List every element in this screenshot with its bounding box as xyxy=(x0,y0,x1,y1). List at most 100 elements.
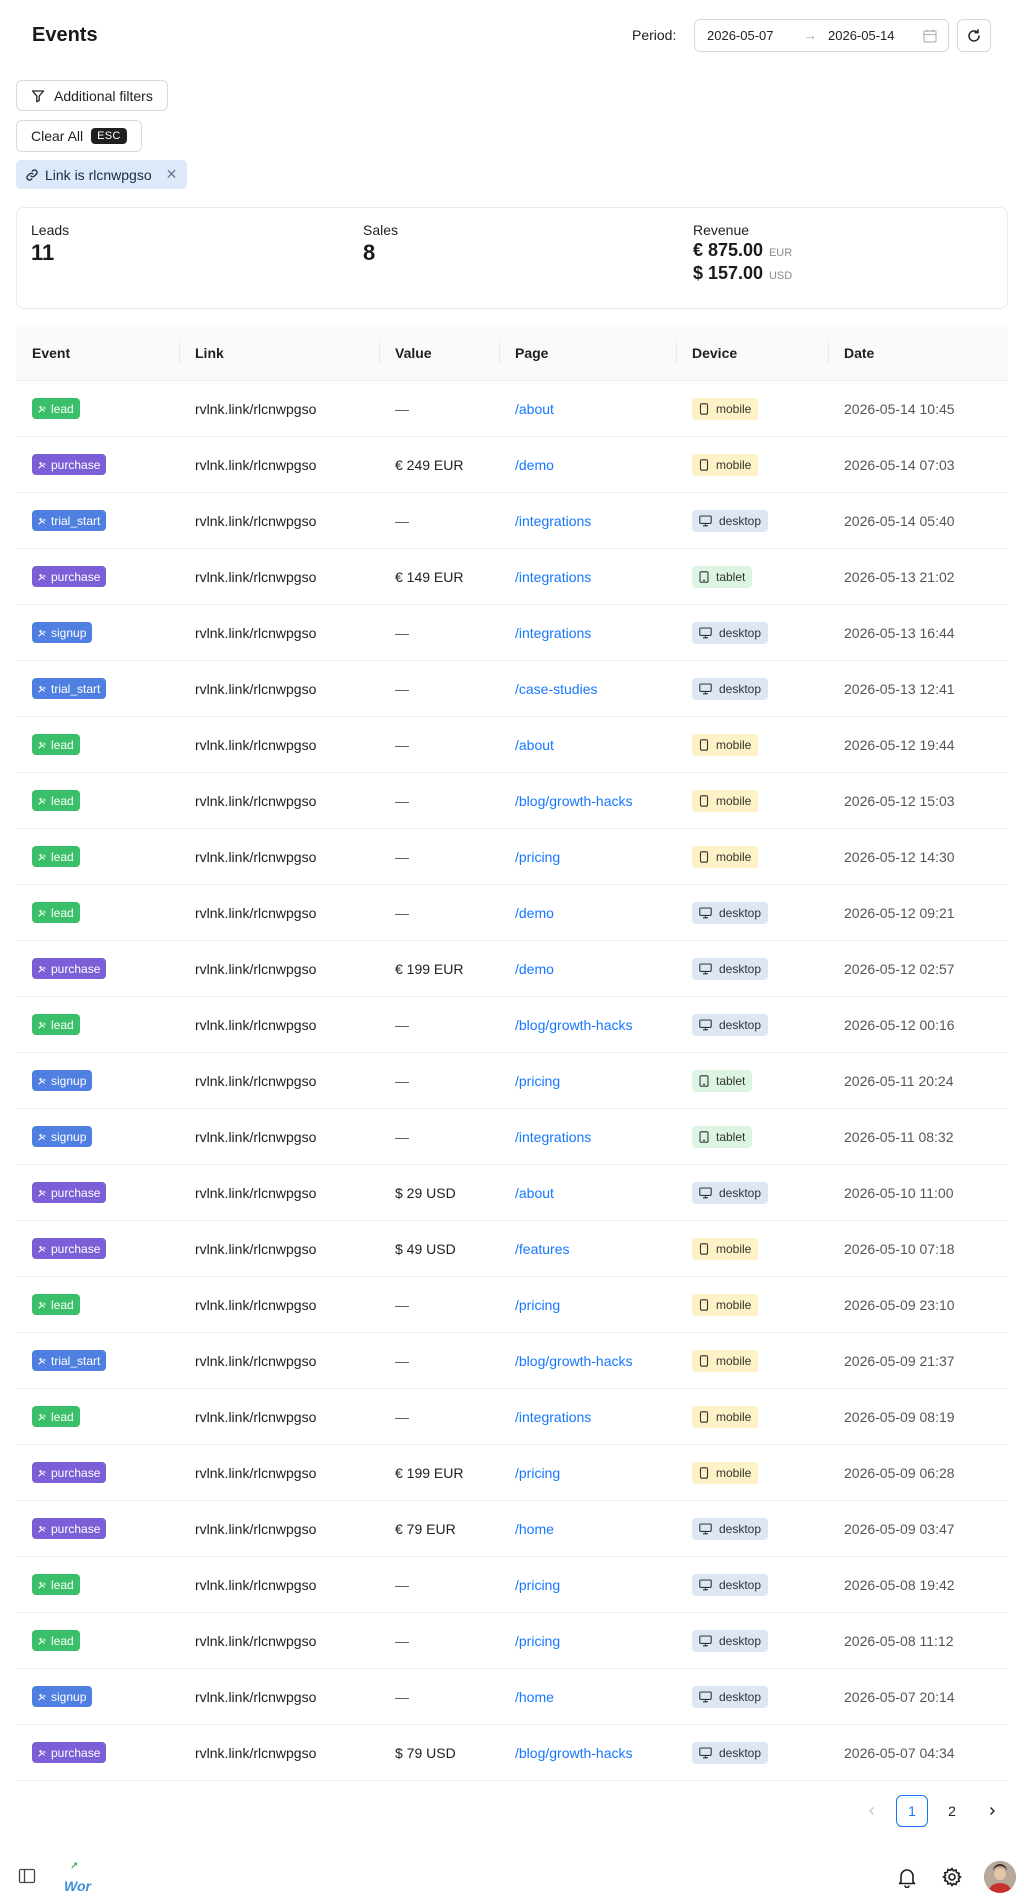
event-type-tag: trial_start xyxy=(32,678,107,699)
table-row[interactable]: lead rvlnk.link/rlcnwpgso — /pricing mobile 2… xyxy=(16,1277,1008,1333)
device-label: desktop xyxy=(719,1746,762,1760)
table-row[interactable]: purchase rvlnk.link/rlcnwpgso € 149 EUR/in… xyxy=(16,549,1008,605)
table-row[interactable]: lead rvlnk.link/rlcnwpgso — /pricing desktop… xyxy=(16,1613,1008,1669)
table-row[interactable]: purchase rvlnk.link/rlcnwpgso € 249 EUR/de… xyxy=(16,437,1008,493)
page-link[interactable]: /integrations xyxy=(515,569,591,585)
value-cell: — xyxy=(395,1353,409,1369)
link-cell: rvlnk.link/rlcnwpgso xyxy=(195,1577,317,1593)
link-cell: rvlnk.link/rlcnwpgso xyxy=(195,793,317,809)
desktop-device-icon xyxy=(699,1187,712,1199)
table-row[interactable]: lead rvlnk.link/rlcnwpgso — /demo desktop 202… xyxy=(16,885,1008,941)
page-link[interactable]: /home xyxy=(515,1689,554,1705)
page-link[interactable]: /integrations xyxy=(515,1409,591,1425)
value-cell: — xyxy=(395,737,409,753)
device-tag: mobile xyxy=(692,1462,759,1484)
page-link[interactable]: /pricing xyxy=(515,1465,560,1481)
page-button-1[interactable]: 1 xyxy=(896,1795,928,1827)
table-row[interactable]: signup rvlnk.link/rlcnwpgso — /pricing table… xyxy=(16,1053,1008,1109)
table-row[interactable]: lead rvlnk.link/rlcnwpgso — /pricing mobile 2… xyxy=(16,829,1008,885)
link-cell: rvlnk.link/rlcnwpgso xyxy=(195,401,317,417)
page-link[interactable]: /pricing xyxy=(515,1073,560,1089)
table-row[interactable]: signup rvlnk.link/rlcnwpgso — /integrations… xyxy=(16,1109,1008,1165)
page-link[interactable]: /integrations xyxy=(515,625,591,641)
link-cell: rvlnk.link/rlcnwpgso xyxy=(195,1689,317,1705)
page-link[interactable]: /about xyxy=(515,737,554,753)
remove-filter-icon[interactable]: ✕ xyxy=(166,166,178,183)
page-link[interactable]: /pricing xyxy=(515,1633,560,1649)
column-header-page[interactable]: Page xyxy=(515,345,548,361)
page-link[interactable]: /home xyxy=(515,1521,554,1537)
page-link[interactable]: /blog/growth-hacks xyxy=(515,793,633,809)
column-header-date[interactable]: Date xyxy=(844,345,874,361)
logo-mark-icon: ↗ xyxy=(70,1861,79,1872)
page-link[interactable]: /pricing xyxy=(515,849,560,865)
page-link[interactable]: /demo xyxy=(515,905,554,921)
end-date-input[interactable]: 2026-05-14 xyxy=(828,28,895,43)
leads-label: Leads xyxy=(31,222,70,238)
table-row[interactable]: trial_start rvlnk.link/rlcnwpgso — /blog/gr… xyxy=(16,1333,1008,1389)
active-filter-chip[interactable]: Link is rlcnwpgso ✕ xyxy=(16,160,188,189)
page-button-2[interactable]: 2 xyxy=(936,1795,968,1827)
column-header-link[interactable]: Link xyxy=(195,345,224,361)
event-icon xyxy=(37,1076,47,1086)
page-link[interactable]: /integrations xyxy=(515,513,591,529)
page-link[interactable]: /demo xyxy=(515,961,554,977)
table-row[interactable]: purchase rvlnk.link/rlcnwpgso € 199 EUR/de… xyxy=(16,941,1008,997)
table-row[interactable]: trial_start rvlnk.link/rlcnwpgso — /integra… xyxy=(16,493,1008,549)
clear-all-button[interactable]: Clear All ESC xyxy=(16,120,142,152)
table-row[interactable]: purchase rvlnk.link/rlcnwpgso $ 49 USD/fea… xyxy=(16,1221,1008,1277)
page-link[interactable]: /pricing xyxy=(515,1297,560,1313)
additional-filters-button[interactable]: Additional filters xyxy=(16,80,168,111)
table-row[interactable]: lead rvlnk.link/rlcnwpgso — /pricing desktop… xyxy=(16,1557,1008,1613)
device-tag: mobile xyxy=(692,790,759,812)
page-link[interactable]: /blog/growth-hacks xyxy=(515,1745,633,1761)
column-header-device[interactable]: Device xyxy=(692,345,737,361)
table-row[interactable]: lead rvlnk.link/rlcnwpgso — /integrations mo… xyxy=(16,1389,1008,1445)
page-link[interactable]: /blog/growth-hacks xyxy=(515,1017,633,1033)
bell-icon[interactable] xyxy=(896,1866,918,1888)
page-link[interactable]: /demo xyxy=(515,457,554,473)
event-type-label: lead xyxy=(51,737,74,752)
page-link[interactable]: /case-studies xyxy=(515,681,597,697)
app-logo[interactable]: ↗ Wor xyxy=(64,1861,94,1893)
avatar[interactable] xyxy=(984,1861,1016,1893)
event-icon xyxy=(37,1748,47,1758)
page-link[interactable]: /about xyxy=(515,1185,554,1201)
next-page-button[interactable] xyxy=(976,1795,1008,1827)
page-link[interactable]: /about xyxy=(515,401,554,417)
table-row[interactable]: signup rvlnk.link/rlcnwpgso — /home desktop 2… xyxy=(16,1669,1008,1725)
sidebar-toggle-icon[interactable] xyxy=(18,1867,36,1885)
page-link[interactable]: /features xyxy=(515,1241,569,1257)
link-cell: rvlnk.link/rlcnwpgso xyxy=(195,1185,317,1201)
table-row[interactable]: purchase rvlnk.link/rlcnwpgso $ 79 USD/blo… xyxy=(16,1725,1008,1781)
page-link[interactable]: /pricing xyxy=(515,1577,560,1593)
table-row[interactable]: lead rvlnk.link/rlcnwpgso — /about mobile 202… xyxy=(16,381,1008,437)
event-type-tag: purchase xyxy=(32,958,107,979)
desktop-device-icon xyxy=(699,1019,712,1031)
page-link[interactable]: /integrations xyxy=(515,1129,591,1145)
table-row[interactable]: purchase rvlnk.link/rlcnwpgso € 199 EUR/pr… xyxy=(16,1445,1008,1501)
table-row[interactable]: lead rvlnk.link/rlcnwpgso — /about mobile 202… xyxy=(16,717,1008,773)
date-range-picker[interactable]: 2026-05-07 → 2026-05-14 xyxy=(694,19,949,52)
refresh-button[interactable] xyxy=(957,19,991,52)
table-row[interactable]: lead rvlnk.link/rlcnwpgso — /blog/growth-ha… xyxy=(16,773,1008,829)
prev-page-button[interactable] xyxy=(856,1795,888,1827)
page-link[interactable]: /blog/growth-hacks xyxy=(515,1353,633,1369)
gear-icon[interactable] xyxy=(941,1866,963,1888)
link-cell: rvlnk.link/rlcnwpgso xyxy=(195,1241,317,1257)
table-row[interactable]: trial_start rvlnk.link/rlcnwpgso — /case-st… xyxy=(16,661,1008,717)
device-tag: mobile xyxy=(692,846,759,868)
device-tag: desktop xyxy=(692,1014,769,1036)
event-type-label: purchase xyxy=(51,1521,101,1536)
column-header-event[interactable]: Event xyxy=(32,345,70,361)
column-header-value[interactable]: Value xyxy=(395,345,432,361)
start-date-input[interactable]: 2026-05-07 xyxy=(707,28,774,43)
table-row[interactable]: purchase rvlnk.link/rlcnwpgso € 79 EUR/hom… xyxy=(16,1501,1008,1557)
table-row[interactable]: signup rvlnk.link/rlcnwpgso — /integrations… xyxy=(16,605,1008,661)
link-cell: rvlnk.link/rlcnwpgso xyxy=(195,849,317,865)
event-type-tag: lead xyxy=(32,846,80,867)
table-row[interactable]: lead rvlnk.link/rlcnwpgso — /blog/growth-ha… xyxy=(16,997,1008,1053)
date-cell: 2026-05-09 23:10 xyxy=(844,1297,955,1313)
date-cell: 2026-05-13 12:41 xyxy=(844,681,955,697)
table-row[interactable]: purchase rvlnk.link/rlcnwpgso $ 29 USD/abo… xyxy=(16,1165,1008,1221)
